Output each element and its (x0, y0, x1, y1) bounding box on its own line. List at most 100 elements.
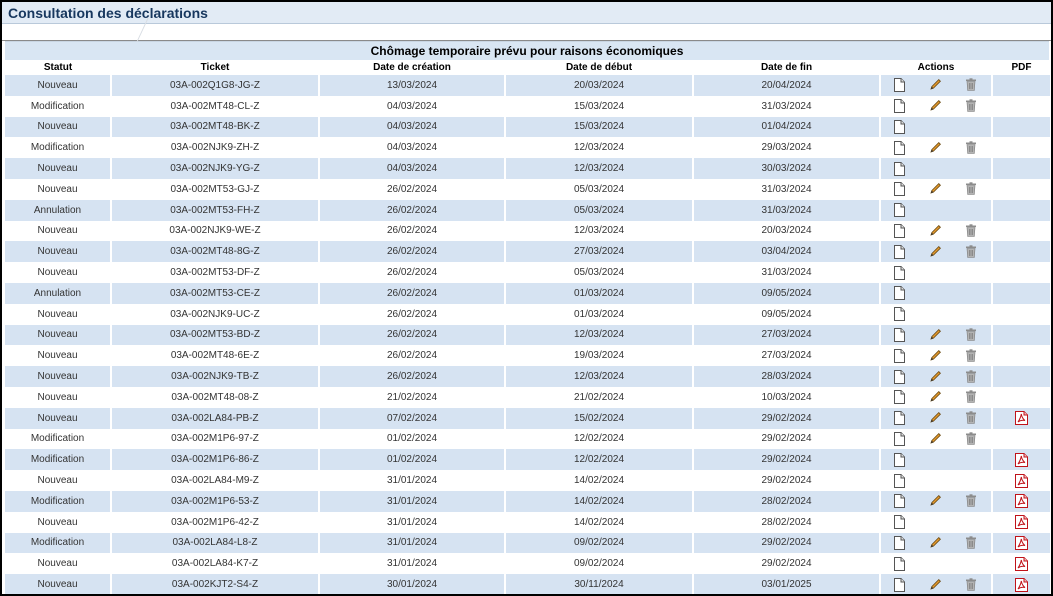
table-row[interactable]: Nouveau 03A-002MT48-BK-Z 04/03/2024 15/03/2… (5, 116, 1051, 138)
pdf-icon[interactable] (1015, 473, 1028, 488)
edit-button[interactable] (917, 224, 953, 238)
pdf-icon[interactable] (1015, 494, 1028, 509)
table-row[interactable]: Nouveau 03A-002LA84-M9-Z 31/01/2024 14/02/2… (5, 470, 1051, 491)
header-date-creation[interactable]: Date de création (319, 60, 505, 75)
table-row[interactable]: Nouveau 03A-002LA84-K7-Z 31/01/2024 09/02/2… (5, 553, 1051, 575)
view-button[interactable] (881, 369, 917, 384)
cell-pdf[interactable] (992, 470, 1051, 491)
view-button[interactable] (881, 307, 917, 322)
edit-button[interactable] (917, 578, 953, 592)
pdf-icon[interactable] (1015, 577, 1028, 592)
view-button[interactable] (881, 515, 917, 530)
cell-pdf[interactable] (992, 553, 1051, 575)
edit-button[interactable] (917, 536, 953, 550)
edit-button[interactable] (917, 245, 953, 259)
view-button[interactable] (881, 203, 917, 218)
view-button[interactable] (881, 244, 917, 259)
edit-button[interactable] (917, 349, 953, 363)
edit-button[interactable] (917, 99, 953, 113)
delete-button[interactable] (953, 432, 989, 446)
delete-button[interactable] (953, 328, 989, 342)
delete-button[interactable] (953, 494, 989, 508)
delete-button[interactable] (953, 182, 989, 196)
view-button[interactable] (881, 577, 917, 592)
pdf-icon[interactable] (1015, 535, 1028, 550)
cell-pdf[interactable] (992, 407, 1051, 429)
view-button[interactable] (881, 223, 917, 238)
table-row[interactable]: Nouveau 03A-002NJK9-YG-Z 04/03/2024 12/03/2… (5, 158, 1051, 179)
view-button[interactable] (881, 390, 917, 405)
view-button[interactable] (881, 327, 917, 342)
table-row[interactable]: Annulation 03A-002MT53-CE-Z 26/02/2024 01/0… (5, 282, 1051, 304)
view-button[interactable] (881, 473, 917, 488)
view-button[interactable] (881, 348, 917, 363)
table-row[interactable]: Nouveau 03A-002MT53-BD-Z 26/02/2024 12/03/2… (5, 324, 1051, 346)
cell-pdf[interactable] (992, 532, 1051, 554)
delete-button[interactable] (953, 245, 989, 259)
delete-button[interactable] (953, 349, 989, 363)
view-button[interactable] (881, 161, 917, 176)
table-row[interactable]: Modification 03A-002M1P6-97-Z 01/02/2024 12… (5, 428, 1051, 450)
header-statut[interactable]: Statut (5, 60, 111, 75)
table-row[interactable]: Nouveau 03A-002Q1G8-JG-Z 13/03/2024 20/03/2… (5, 75, 1051, 96)
view-button[interactable] (881, 78, 917, 93)
table-row[interactable]: Nouveau 03A-002NJK9-UC-Z 26/02/2024 01/03/2… (5, 303, 1051, 325)
edit-button[interactable] (917, 390, 953, 404)
table-row[interactable]: Modification 03A-002MT48-CL-Z 04/03/2024 15… (5, 95, 1051, 117)
header-date-debut[interactable]: Date de début (505, 60, 693, 75)
header-date-fin[interactable]: Date de fin (693, 60, 880, 75)
delete-button[interactable] (953, 141, 989, 155)
view-button[interactable] (881, 535, 917, 550)
table-row[interactable]: Nouveau 03A-002MT53-DF-Z 26/02/2024 05/03/2… (5, 262, 1051, 283)
delete-button[interactable] (953, 99, 989, 113)
table-row[interactable]: Nouveau 03A-002MT53-GJ-Z 26/02/2024 05/03/2… (5, 178, 1051, 200)
view-button[interactable] (881, 411, 917, 426)
delete-button[interactable] (953, 369, 989, 384)
edit-button[interactable] (917, 494, 953, 508)
edit-button[interactable] (917, 182, 953, 196)
pdf-icon[interactable] (1015, 515, 1028, 530)
table-row[interactable]: Nouveau 03A-002MT48-08-Z 21/02/2024 21/02/2… (5, 386, 1051, 408)
delete-button[interactable] (953, 536, 989, 550)
pdf-icon[interactable] (1015, 411, 1028, 426)
table-row[interactable]: Modification 03A-002NJK9-ZH-Z 04/03/2024 12… (5, 137, 1051, 159)
view-button[interactable] (881, 494, 917, 509)
delete-button[interactable] (953, 390, 989, 404)
edit-button[interactable] (917, 370, 953, 384)
table-row[interactable]: Modification 03A-002LA84-L8-Z 31/01/2024 09… (5, 532, 1051, 554)
edit-button[interactable] (917, 432, 953, 446)
cell-pdf[interactable] (992, 511, 1051, 533)
edit-button[interactable] (917, 141, 953, 155)
table-row[interactable]: Nouveau 03A-002KJT2-S4-Z 30/01/2024 30/11/2… (5, 574, 1051, 594)
table-row[interactable]: Nouveau 03A-002NJK9-WE-Z 26/02/2024 12/03/2… (5, 220, 1051, 242)
cell-pdf[interactable] (992, 490, 1051, 512)
cell-pdf[interactable] (992, 449, 1051, 471)
pdf-icon[interactable] (1015, 452, 1028, 467)
delete-button[interactable] (953, 224, 989, 238)
view-button[interactable] (881, 99, 917, 114)
delete-button[interactable] (953, 411, 989, 425)
table-row[interactable]: Modification 03A-002M1P6-86-Z 01/02/2024 12… (5, 449, 1051, 471)
delete-button[interactable] (953, 78, 989, 92)
view-button[interactable] (881, 556, 917, 571)
header-ticket[interactable]: Ticket (111, 60, 319, 75)
table-row[interactable]: Nouveau 03A-002NJK9-TB-Z 26/02/2024 12/03/2… (5, 366, 1051, 387)
edit-button[interactable] (917, 78, 953, 92)
view-button[interactable] (881, 452, 917, 467)
view-button[interactable] (881, 119, 917, 134)
table-row[interactable]: Nouveau 03A-002LA84-PB-Z 07/02/2024 15/02/2… (5, 407, 1051, 429)
table-row[interactable]: Nouveau 03A-002MT48-6E-Z 26/02/2024 19/03/2… (5, 345, 1051, 367)
table-row[interactable]: Nouveau 03A-002MT48-8G-Z 26/02/2024 27/03/2… (5, 241, 1051, 263)
view-button[interactable] (881, 431, 917, 446)
view-button[interactable] (881, 265, 917, 280)
view-button[interactable] (881, 286, 917, 301)
cell-pdf[interactable] (992, 574, 1051, 594)
table-row[interactable]: Modification 03A-002M1P6-53-Z 31/01/2024 14… (5, 490, 1051, 512)
table-row[interactable]: Annulation 03A-002MT53-FH-Z 26/02/2024 05/0… (5, 199, 1051, 221)
table-row[interactable]: Nouveau 03A-002M1P6-42-Z 31/01/2024 14/02/2… (5, 511, 1051, 533)
edit-button[interactable] (917, 411, 953, 425)
view-button[interactable] (881, 140, 917, 155)
view-button[interactable] (881, 182, 917, 197)
delete-button[interactable] (953, 577, 989, 592)
pdf-icon[interactable] (1015, 556, 1028, 571)
